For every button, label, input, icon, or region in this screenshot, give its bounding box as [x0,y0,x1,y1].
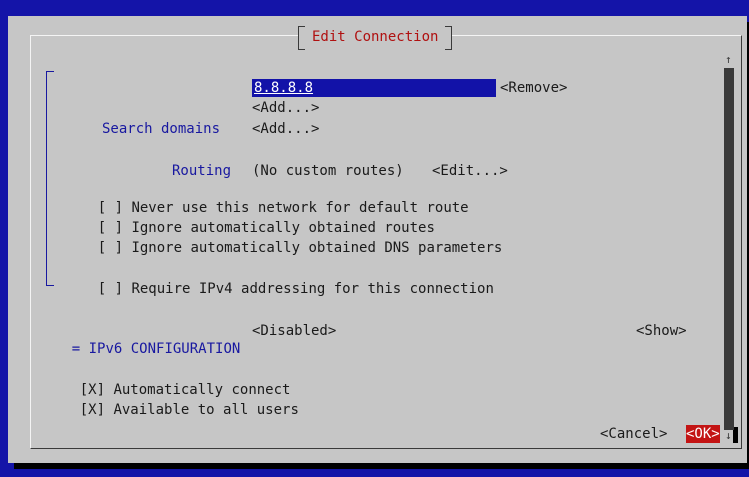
checkbox-mark: [ ] [97,281,124,297]
ipv6-mode-select[interactable]: <Disabled> [252,322,336,340]
checkbox-mark: [ ] [97,240,124,256]
add-dns-button[interactable]: <Add...> [252,99,319,117]
scroll-up-icon[interactable]: ↑ [725,54,732,66]
cancel-button[interactable]: <Cancel> [600,425,667,443]
ok-button[interactable]: <OK> [686,425,720,443]
routing-value: (No custom routes) [252,163,404,179]
dns-server-value: 8.8.8.8 [254,80,314,96]
scrollbar[interactable] [724,68,734,430]
section-marker: = [71,341,81,357]
dns-server-input[interactable]: 8.8.8.8 [252,79,496,97]
checkbox-label: Ignore automatically obtained DNS parame… [131,240,503,256]
checkbox-mark: [X] [79,402,106,418]
require-ipv4-checkbox[interactable]: [ ] Require IPv4 addressing for this con… [64,262,494,316]
checkbox-label: Require IPv4 addressing for this connect… [131,281,494,297]
routing-label: Routing [172,163,232,179]
all-users-checkbox[interactable]: [X] Available to all users [46,383,299,437]
remove-dns-button[interactable]: <Remove> [500,79,567,97]
ipv4-section-bracket [46,71,54,286]
checkbox-label: Available to all users [113,402,299,418]
edit-routes-button[interactable]: <Edit...> [432,162,508,180]
edit-connection-dialog: Edit Connection 8.8.8.8 <Remove> <Add...… [8,16,747,463]
search-domains-label: Search domains [102,121,221,137]
ipv6-label: IPv6 CONFIGURATION [88,341,241,357]
ipv6-show-button[interactable]: <Show> [636,322,687,340]
scroll-down-icon[interactable]: ↓ [725,430,732,442]
dialog-title: Edit Connection [298,26,453,50]
add-search-domain-button[interactable]: <Add...> [252,120,319,138]
